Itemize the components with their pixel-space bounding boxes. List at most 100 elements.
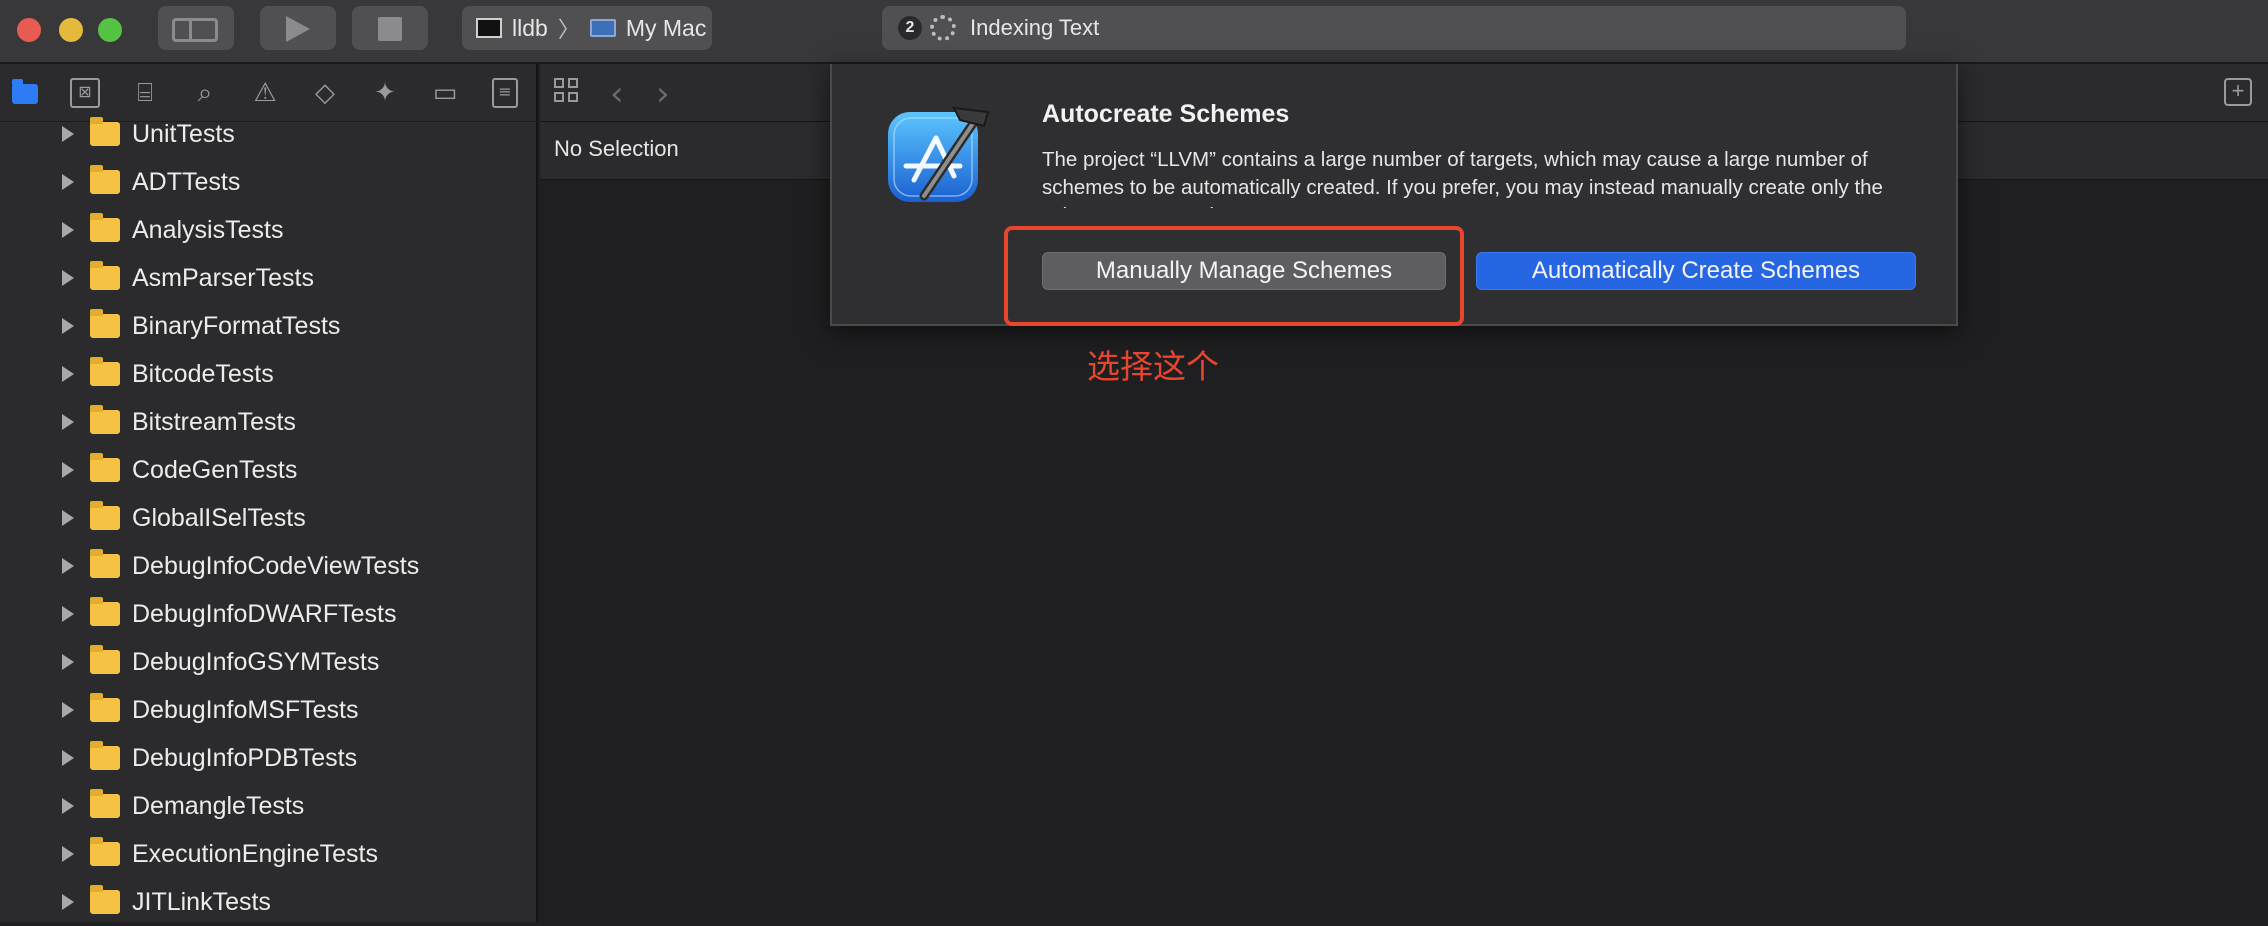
xcode-app-icon [888,106,990,202]
disclosure-triangle-icon[interactable] [62,366,74,382]
play-icon [286,16,310,42]
disclosure-triangle-icon[interactable] [62,174,74,190]
disclosure-triangle-icon[interactable] [62,894,74,910]
laptop-icon [589,19,616,37]
file-tree-row-label: BitstreamTests [132,407,296,436]
file-tree-row[interactable]: BitstreamTests [0,398,536,446]
file-tree-row[interactable]: DebugInfoDWARFTests [0,590,536,638]
project-navigator: ⊠ ⌸ ⌕ ⚠ ◇ ✦ ▭ ≡ UnitTests ADTTests Analysi… [0,64,538,922]
disclosure-triangle-icon[interactable] [62,606,74,622]
file-tree-row[interactable]: JITLinkTests [0,878,536,926]
symbol-icon[interactable]: ⌸ [130,78,160,108]
file-tree-row[interactable]: DebugInfoPDBTests [0,734,536,782]
file-tree-row[interactable]: GlobalISelTests [0,494,536,542]
related-items-icon[interactable] [554,78,582,106]
folder-icon [90,405,120,434]
report-icon[interactable]: ≡ [492,78,518,108]
stop-button[interactable] [352,6,428,50]
source-control-icon[interactable]: ⊠ [70,78,100,108]
folder-icon [90,453,120,482]
spinner-icon [930,15,956,41]
forward-icon[interactable]: › [656,74,670,114]
activity-status-text: Indexing Text [970,15,1100,40]
dialog-title: Autocreate Schemes [1042,100,1290,128]
file-tree-row-label: UnitTests [132,119,235,148]
folder-icon [90,165,120,194]
folder-icon [90,213,120,242]
window-toolbar: lldb 〉 My Mac 2 Indexing Text [0,0,2268,64]
file-tree-row-label: DebugInfoPDBTests [132,743,358,772]
file-tree-row-label: CodeGenTests [132,455,298,484]
file-tree-row[interactable]: CodeGenTests [0,446,536,494]
scheme-selector[interactable]: lldb 〉 My Mac [462,6,712,50]
file-tree-row-label: AsmParserTests [132,263,314,292]
disclosure-triangle-icon[interactable] [62,654,74,670]
folder-icon [90,549,120,578]
activity-count-badge: 2 [898,16,922,40]
folder-icon [90,645,120,674]
breakpoint-icon[interactable]: ▭ [430,78,460,108]
disclosure-triangle-icon[interactable] [62,414,74,430]
file-tree-row[interactable]: BitcodeTests [0,350,536,398]
disclosure-triangle-icon[interactable] [62,126,74,142]
breadcrumb-label[interactable]: No Selection [554,136,679,162]
file-tree-row-label: DemangleTests [132,791,305,820]
close-window-button[interactable] [17,18,41,42]
disclosure-triangle-icon[interactable] [62,270,74,286]
disclosure-triangle-icon[interactable] [62,558,74,574]
test-icon[interactable]: ◇ [310,78,340,108]
annotation-highlight-box [1004,226,1464,326]
file-tree-row-label: ADTTests [132,167,241,196]
folder-icon [90,885,120,914]
folder-icon [90,693,120,722]
toggle-navigator-button[interactable] [158,6,234,50]
disclosure-triangle-icon[interactable] [62,510,74,526]
minimize-window-button[interactable] [59,18,83,42]
file-tree-row-label: JITLinkTests [132,887,271,916]
disclosure-triangle-icon[interactable] [62,222,74,238]
folder-icon [90,501,120,530]
disclosure-triangle-icon[interactable] [62,462,74,478]
disclosure-triangle-icon[interactable] [62,702,74,718]
sidebar-icon [172,18,218,42]
file-tree-row[interactable]: ADTTests [0,158,536,206]
disclosure-triangle-icon[interactable] [62,750,74,766]
file-tree-row-label: BitcodeTests [132,359,274,388]
file-tree-row[interactable]: AsmParserTests [0,254,536,302]
file-tree-row[interactable]: AnalysisTests [0,206,536,254]
scheme-name[interactable]: lldb [512,15,548,42]
back-icon[interactable]: ‹ [610,74,624,114]
file-tree-row-label: DebugInfoMSFTests [132,695,359,724]
chevron-right-icon: 〉 [557,17,580,42]
automatically-create-schemes-button[interactable]: Automatically Create Schemes [1476,252,1916,290]
debug-icon[interactable]: ✦ [370,78,400,108]
file-tree-row-label: DebugInfoCodeViewTests [132,551,420,580]
file-tree-row-label: GlobalISelTests [132,503,306,532]
file-tree-row[interactable]: DemangleTests [0,782,536,830]
disclosure-triangle-icon[interactable] [62,318,74,334]
terminal-icon [476,18,502,38]
file-tree-row[interactable]: UnitTests [0,110,536,158]
folder-icon[interactable] [10,78,40,108]
dialog-message: The project “LLVM” contains a large numb… [1042,148,1883,208]
add-editor-icon[interactable]: + [2224,78,2252,106]
file-tree-row[interactable]: ExecutionEngineTests [0,830,536,878]
destination-name[interactable]: My Mac [626,15,707,42]
disclosure-triangle-icon[interactable] [62,846,74,862]
stop-icon [378,17,402,41]
zoom-window-button[interactable] [98,18,122,42]
file-tree-row[interactable]: DebugInfoGSYMTests [0,638,536,686]
folder-icon [90,117,120,146]
run-button[interactable] [260,6,336,50]
folder-icon [90,261,120,290]
file-tree-row[interactable]: BinaryFormatTests [0,302,536,350]
file-tree-row-label: ExecutionEngineTests [132,839,378,868]
file-tree-row[interactable]: DebugInfoMSFTests [0,686,536,734]
disclosure-triangle-icon[interactable] [62,798,74,814]
file-tree-row-label: BinaryFormatTests [132,311,341,340]
issue-icon[interactable]: ⚠ [250,78,280,108]
folder-icon [90,309,120,338]
activity-view[interactable]: 2 Indexing Text [882,6,1906,50]
file-tree-row[interactable]: DebugInfoCodeViewTests [0,542,536,590]
search-icon[interactable]: ⌕ [190,78,220,108]
